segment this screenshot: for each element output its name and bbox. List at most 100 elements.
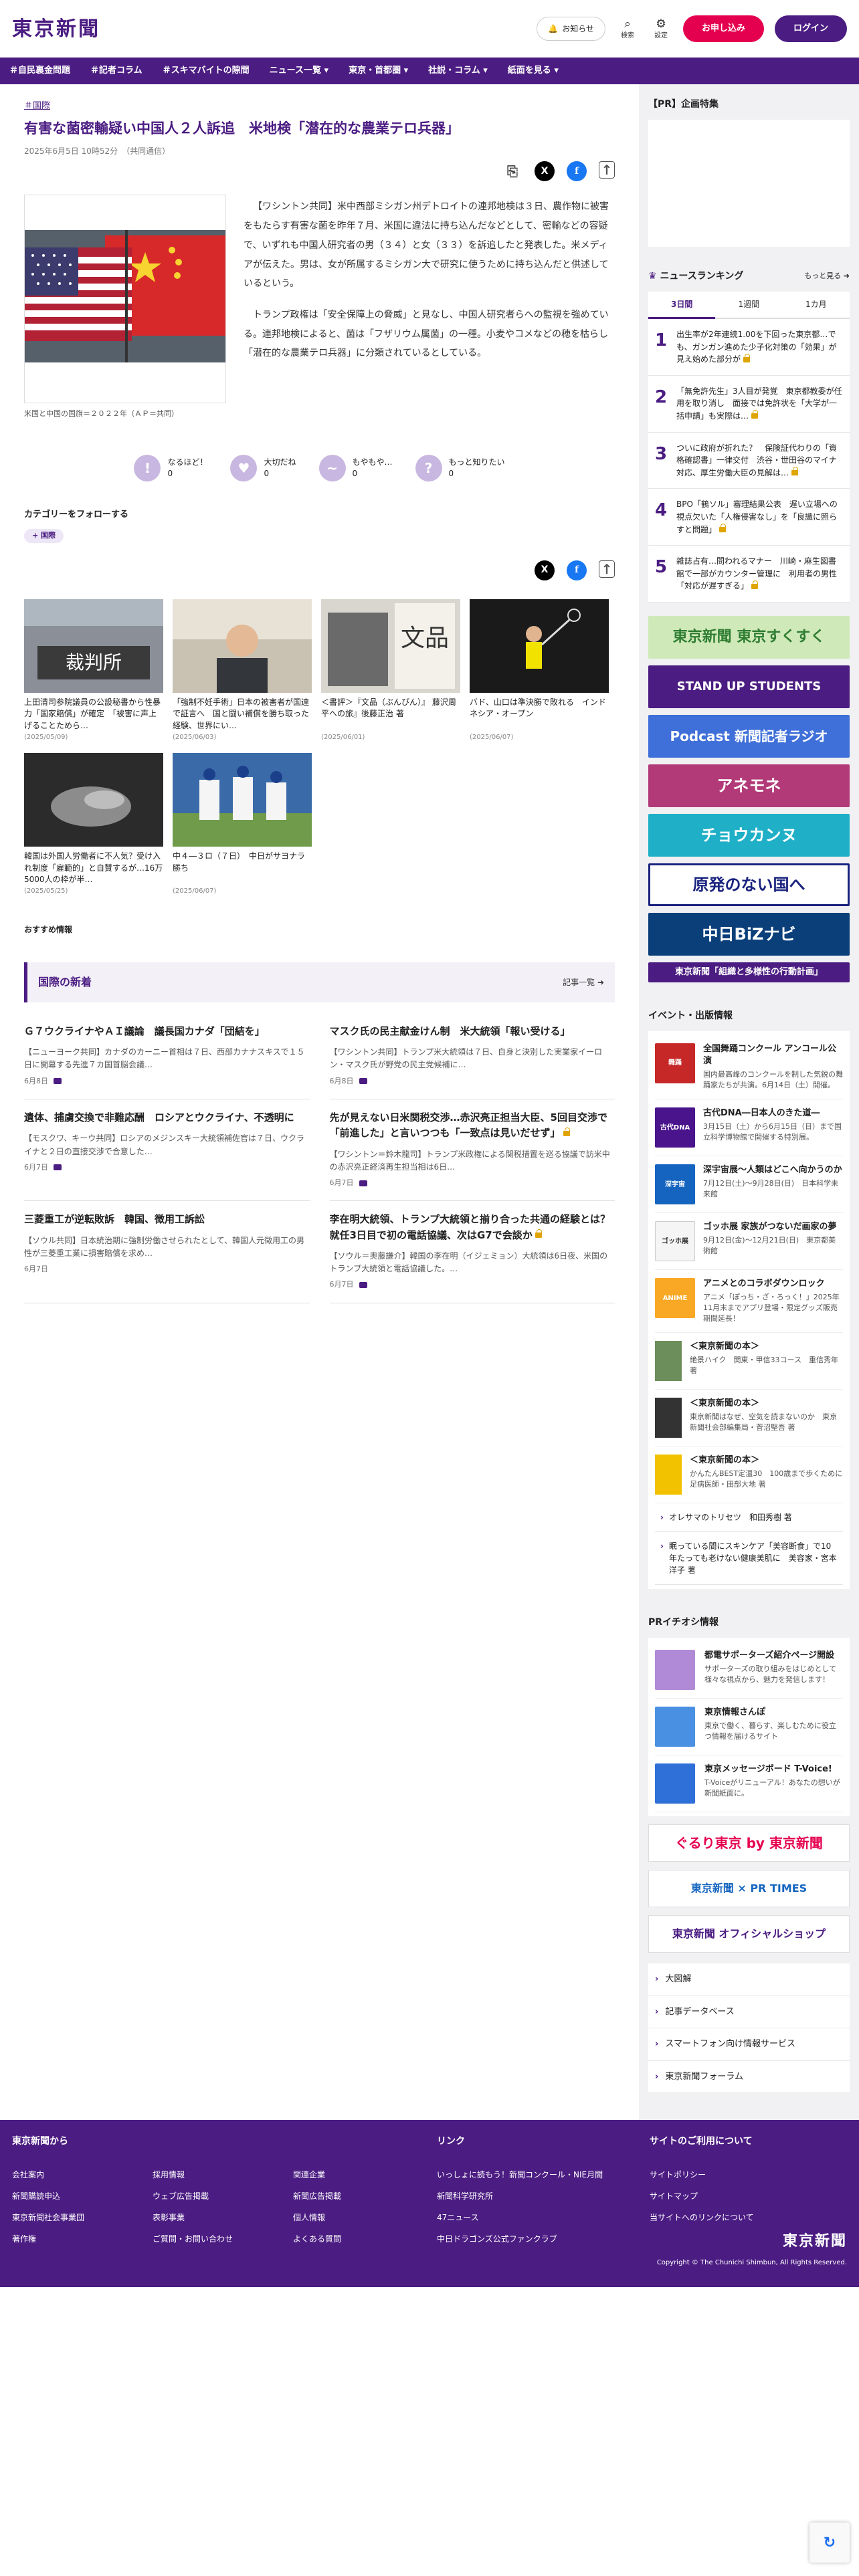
news-item[interactable]: 遺体、捕虜交換で非難応酬 ロシアとウクライナ、不透明に 【モスクワ、キーウ共同】… bbox=[24, 1099, 310, 1202]
pr-times-banner[interactable]: 東京新聞 × PR TIMES bbox=[648, 1870, 850, 1908]
footer-link[interactable]: 47ニュース bbox=[437, 2212, 650, 2224]
x-share-icon[interactable]: X bbox=[535, 560, 555, 580]
footer-link[interactable]: 新聞広告掲載 bbox=[293, 2190, 434, 2202]
footer-link[interactable]: ウェブ広告掲載 bbox=[153, 2190, 293, 2202]
banner-sukusuku[interactable]: 東京新聞 東京すくすく bbox=[648, 615, 850, 659]
related-article[interactable]: 中４―３ロ（７日） 中日がサヨナラ勝ち (2025/06/07) bbox=[173, 753, 312, 897]
gururi-tokyo-banner[interactable]: ぐるり東京 by 東京新聞 bbox=[648, 1824, 850, 1862]
ranking-item[interactable]: 2 「無免許先生」3人目が発覚 東京都教委が任用を取り消し 面接では免許状を「大学… bbox=[648, 376, 850, 433]
lock-icon bbox=[751, 410, 759, 419]
pr-item[interactable]: 東京メッセージボード T-Voice! T-Voiceがリニューアル！あなたの想い… bbox=[655, 1755, 843, 1813]
footer-link[interactable]: 新聞購読申込 bbox=[12, 2190, 153, 2202]
official-shop-banner[interactable]: 東京新聞 オフィシャルショップ bbox=[648, 1915, 850, 1953]
sidebar-link[interactable]: › 大図解 bbox=[648, 1963, 850, 1996]
event-item[interactable]: 深宇宙 深宇宙展～人類はどこへ向かうのか 7月12日(土)～9月28日(日) 日本… bbox=[655, 1156, 843, 1214]
footer-link[interactable]: 会社案内 bbox=[12, 2169, 153, 2181]
share-icon[interactable]: ↑ bbox=[599, 560, 615, 578]
sidebar-link[interactable]: › 記事データベース bbox=[648, 1996, 850, 2029]
footer-link[interactable]: 当サイトへのリンクについて bbox=[650, 2212, 847, 2224]
footer-link[interactable]: サイトマップ bbox=[650, 2190, 847, 2202]
nav-item[interactable]: 紙面を見る ▾ bbox=[508, 64, 559, 78]
book-text-link[interactable]: › 眠っている間にスキンケア「美容断食」で10年たっても老けない健康美肌に 美容家… bbox=[655, 1532, 843, 1586]
category-more-link[interactable]: 記事一覧 ➜ bbox=[563, 976, 604, 988]
sidebar-link[interactable]: › 東京新聞フォーラム bbox=[648, 2061, 850, 2094]
banner-podcast[interactable]: Podcast 新聞記者ラジオ bbox=[648, 714, 850, 758]
banner-chokanu[interactable]: チョウカンヌ bbox=[648, 813, 850, 857]
footer-link[interactable]: 採用情報 bbox=[153, 2169, 293, 2181]
footer-link[interactable]: 関連企業 bbox=[293, 2169, 434, 2181]
login-button[interactable]: ログイン bbox=[774, 15, 847, 42]
ranking-item[interactable]: 5 雑誌占有…問われるマナー 川崎・麻生図書館で一部がカウンター管理に 利用者の男… bbox=[648, 546, 850, 603]
nav-item[interactable]: ニュース一覧 ▾ bbox=[270, 64, 328, 78]
reaction-moyamoya-button[interactable]: ~ もやもや… 0 bbox=[318, 454, 393, 481]
share-icon[interactable]: ↑ bbox=[599, 161, 615, 179]
banner-bizunavi[interactable]: 中日BiZナビ bbox=[648, 912, 850, 956]
nav-item[interactable]: 東京・首都圏 ▾ bbox=[349, 64, 408, 78]
search-button[interactable]: ⌕ 検索 bbox=[616, 17, 639, 41]
banner-anemone[interactable]: アネモネ bbox=[648, 764, 850, 807]
facebook-share-icon[interactable]: f bbox=[567, 560, 587, 580]
news-item[interactable]: 李在明大統領、トランプ大統領と揃り合った共通の経験とは？ 就任3日目で初の電話協… bbox=[329, 1201, 620, 1303]
ranking-item[interactable]: 4 BPO「鶴ソル」審理結果公表 遅い立場への視点欠いた「人権侵害なし」を「良識に… bbox=[648, 489, 850, 546]
related-article[interactable]: 「強制不妊手術」日本の被害者が国連で証言へ 国と闘い補償を勝ち取った経験、世界に… bbox=[173, 599, 312, 743]
book-item[interactable]: ＜東京新聞の本＞ 絶景ハイク 関東・甲信33コース 重信秀年 著 bbox=[655, 1333, 843, 1390]
nav-item[interactable]: 社説・コラム ▾ bbox=[428, 64, 488, 78]
footer-logo[interactable]: 東京新聞 bbox=[650, 2230, 847, 2252]
news-item[interactable]: マスク氏の民主献金けん制 米大統領「報い受ける」 【ワシントン共同】トランプ米大… bbox=[329, 1013, 615, 1100]
reaction-taisetsu-button[interactable]: ♥ 大切だね 0 bbox=[230, 454, 296, 481]
footer-link[interactable]: サイトポリシー bbox=[650, 2169, 847, 2181]
book-item[interactable]: ＜東京新聞の本＞ 東京新聞はなぜ、空気を読まないのか 東京新聞社会部編集局・菅沼堅… bbox=[655, 1390, 843, 1447]
related-article[interactable]: 文品 ＜書評＞『文品（ぶんぴん）』 藤沢周平への旅』後藤正治 著 (2025/0… bbox=[321, 599, 460, 743]
category-tag[interactable]: ＃国際 bbox=[24, 101, 50, 111]
pr-item[interactable]: 都電サポーターズ紹介ページ開設 サポーターズの取り組みをはじめとして様々な視点から… bbox=[655, 1642, 843, 1699]
nav-item[interactable]: ＃スキマバイトの隙間 bbox=[163, 64, 250, 78]
banner-no-nuclear[interactable]: 原発のない国へ bbox=[648, 863, 850, 906]
nav-item[interactable]: ＃自民裏金問題 bbox=[9, 64, 70, 78]
tab-1week[interactable]: 1週間 bbox=[715, 292, 783, 319]
event-item[interactable]: ゴッホ展 ゴッホ展 家族がつないだ画家の夢 9月12日(金)～12月21日(日) … bbox=[655, 1213, 843, 1271]
nav-item[interactable]: ＃記者コラム bbox=[90, 64, 142, 78]
footer-link[interactable]: 新聞科学研究所 bbox=[437, 2190, 650, 2202]
book-text-link[interactable]: › オレサマのトリセツ 和田秀樹 著 bbox=[655, 1503, 843, 1533]
sidebar-link[interactable]: › スマートフォン向け情報サービス bbox=[648, 2028, 850, 2061]
settings-button[interactable]: ⚙ 設定 bbox=[650, 17, 672, 41]
ranking-item[interactable]: 1 出生率が2年連続1.00を下回った東京都…でも、ガンガン進めた少子化対策の「効… bbox=[648, 319, 850, 376]
pr-item[interactable]: 東京情報さんぽ 東京で働く、暮らす、楽しむために役立つ情報を届けるサイト bbox=[655, 1699, 843, 1756]
event-item[interactable]: 古代DNA 古代DNA―日本人のきた道― 3月15日（土）から6月15日（日）まで… bbox=[655, 1099, 843, 1157]
follow-category-button[interactable]: + 国際 bbox=[24, 529, 64, 543]
related-article[interactable]: バド、山口は準決勝で敗れる インドネシア・オープン (2025/06/07) bbox=[470, 599, 609, 743]
footer-link[interactable]: よくある質問 bbox=[293, 2233, 434, 2245]
footer-link[interactable]: 中日ドラゴンズ公式ファンクラブ bbox=[437, 2233, 650, 2245]
facebook-share-icon[interactable]: f bbox=[567, 161, 587, 182]
site-logo[interactable]: 東京新聞 bbox=[12, 14, 100, 44]
pr-feature-box[interactable] bbox=[648, 120, 850, 247]
ranking-item[interactable]: 3 ついに政府が折れた？ 保険証代わりの「資格確認書」一律交付 渋谷・世田谷のマイ… bbox=[648, 433, 850, 490]
tab-1month[interactable]: 1カ月 bbox=[782, 292, 850, 319]
news-item[interactable]: Ｇ７ウクライナやＡＩ議論 議長国カナダ「団結を」 【ニューヨーク共同】カナダのカ… bbox=[24, 1013, 310, 1100]
footer-link[interactable]: 個人情報 bbox=[293, 2212, 434, 2224]
ranking-more-link[interactable]: もっと見る ➜ bbox=[804, 271, 850, 282]
footer-link[interactable]: 著作権 bbox=[12, 2233, 153, 2245]
event-item[interactable]: 舞踊 全国舞踊コンクール アンコール公演 国内最高峰のコンクールを制した気鋭の舞踊… bbox=[655, 1035, 843, 1100]
footer-link[interactable]: 東京新聞社会事業団 bbox=[12, 2212, 153, 2224]
footer-link[interactable]: 表彰事業 bbox=[153, 2212, 293, 2224]
news-item[interactable]: 先が見えない日米関税交渉…赤沢亮正担当大臣、5回目交渉で「前進した」と言いつつも… bbox=[329, 1099, 615, 1202]
reaction-naruhodo-button[interactable]: ! なるほど！ 0 bbox=[134, 454, 207, 481]
tab-3days[interactable]: 3日間 bbox=[648, 292, 716, 319]
reaction-motto-button[interactable]: ? もっと知りたい 0 bbox=[415, 454, 505, 481]
banner-stand-up-students[interactable]: STAND UP STUDENTS bbox=[648, 665, 850, 708]
footer-link[interactable]: いっしょに読もう！新聞コンクール・NIE月間 bbox=[437, 2169, 650, 2181]
banner-diversity[interactable]: 東京新聞「組織と多様性の行動計画」 bbox=[648, 962, 850, 982]
related-title: 中４―３ロ（７日） 中日がサヨナラ勝ち bbox=[173, 851, 306, 873]
book-item[interactable]: ＜東京新聞の本＞ かんたんBEST定温30 100歳まで歩くために 足病医師・田部… bbox=[655, 1446, 850, 1504]
x-share-icon[interactable]: X bbox=[535, 161, 555, 182]
related-article[interactable]: 裁判所 上田清司参院議員の公設秘書から性暴力「国家賠償」が確定 「被害に声上げる… bbox=[24, 599, 163, 743]
notice-button[interactable]: 🔔 お知らせ bbox=[537, 17, 605, 41]
event-item[interactable]: ANIME アニメとのコラボダウンロック アニメ「ぽっち・ざ・ろっく！」2025年… bbox=[655, 1270, 843, 1333]
related-article[interactable]: 韓国は外国人労働者に不人気？受け入れ制度「雇範的」と自賛するが…16万5000人… bbox=[24, 753, 163, 897]
clip-icon[interactable]: ⎘ bbox=[502, 161, 522, 181]
recaptcha-badge[interactable]: ↻ bbox=[809, 2523, 850, 2563]
footer-link[interactable]: ご質問・お問い合わせ bbox=[153, 2233, 293, 2245]
apply-button[interactable]: お申し込み bbox=[682, 15, 764, 42]
news-item[interactable]: 三菱重工が逆転敗訴 韓国、徴用工訴訟 【ソウル共同】日本統治期に強制労働させられ… bbox=[24, 1201, 310, 1303]
